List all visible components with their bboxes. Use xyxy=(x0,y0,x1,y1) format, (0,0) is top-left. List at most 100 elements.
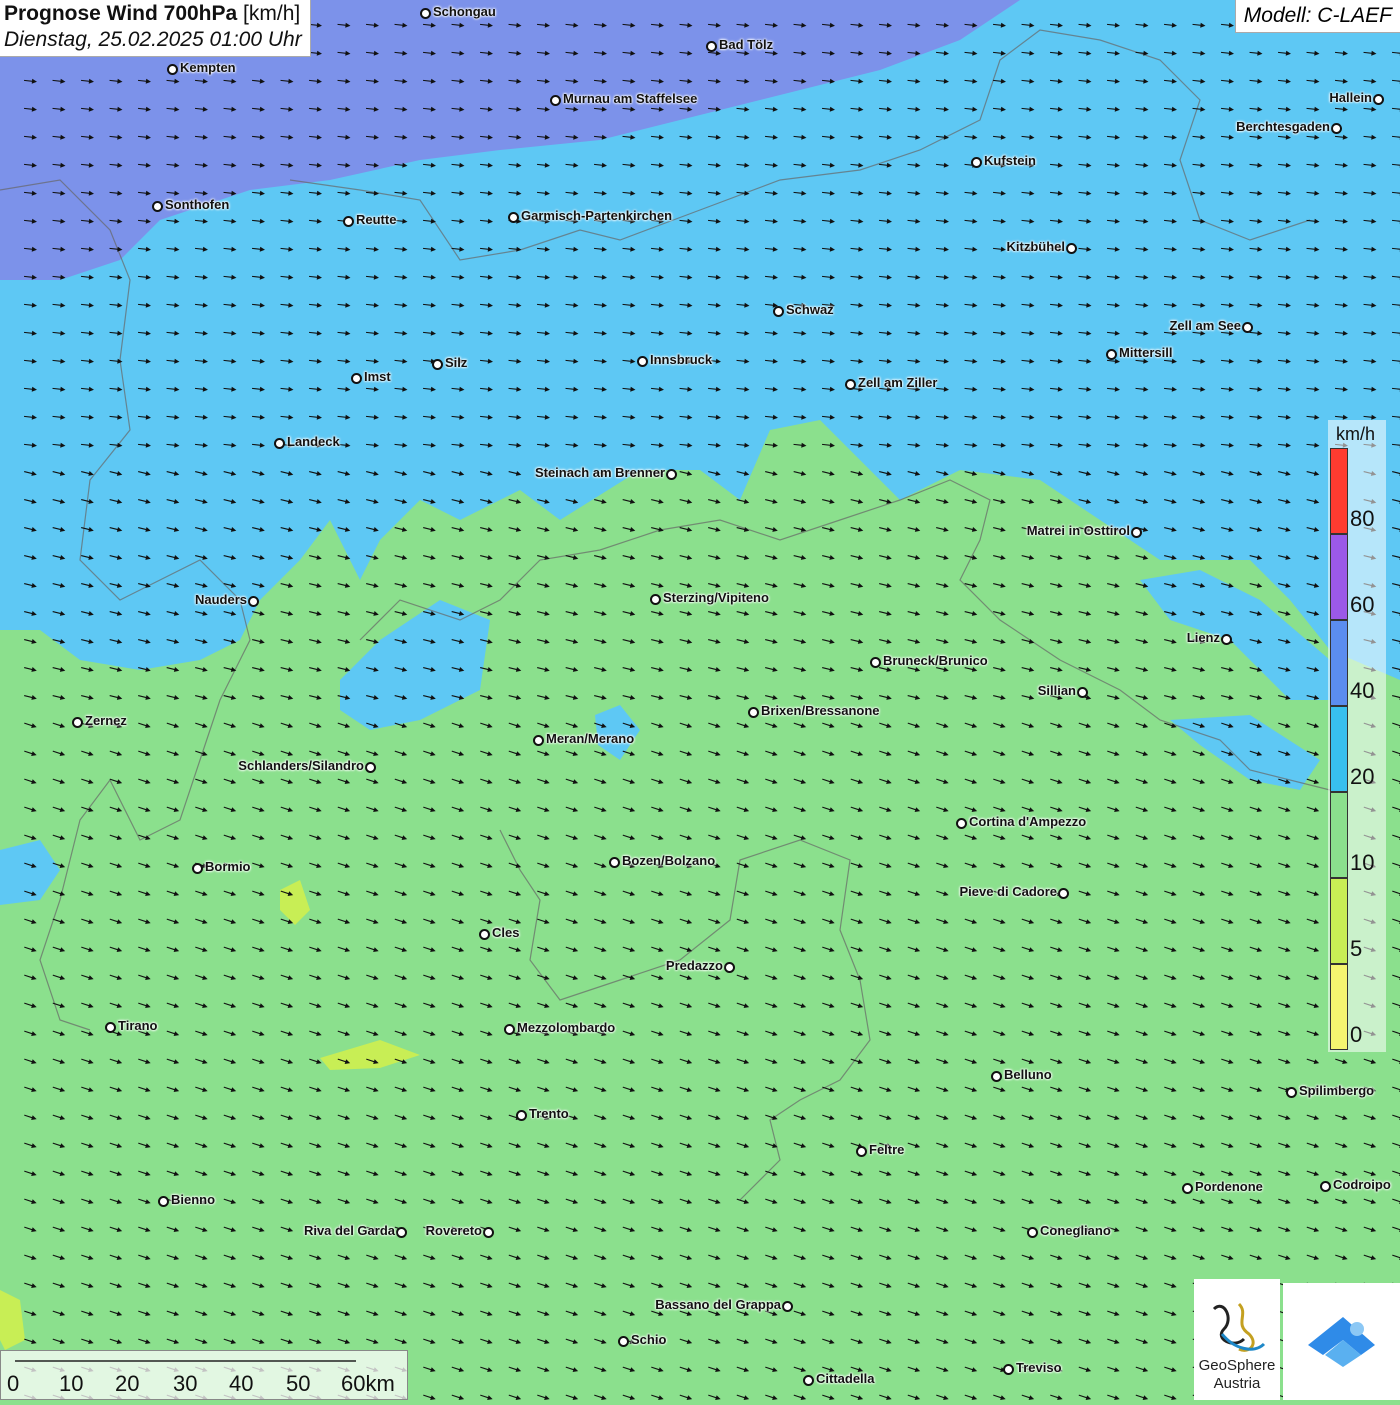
city-marker xyxy=(991,1071,1002,1082)
scale-label: 30 xyxy=(173,1371,197,1397)
title-unit: [km/h] xyxy=(243,2,300,25)
city-label: Schlanders/Silandro xyxy=(238,758,364,773)
legend-tick-label: 10 xyxy=(1350,850,1374,876)
city-label: Bienno xyxy=(171,1192,215,1207)
city-marker xyxy=(1286,1087,1297,1098)
city-marker xyxy=(516,1110,527,1121)
city-marker xyxy=(845,379,856,390)
city-label: Schongau xyxy=(433,4,496,19)
city-label: Conegliano xyxy=(1040,1223,1111,1238)
city-marker xyxy=(1066,243,1077,254)
city-label: Lienz xyxy=(1187,630,1220,645)
title-main: Prognose Wind 700hPa xyxy=(4,2,237,25)
city-marker xyxy=(1331,123,1342,134)
city-marker xyxy=(666,469,677,480)
city-marker xyxy=(483,1227,494,1238)
city-marker xyxy=(1320,1181,1331,1192)
city-marker xyxy=(773,306,784,317)
city-label: Cortina d'Ampezzo xyxy=(969,814,1086,829)
legend-tick-label: 40 xyxy=(1350,678,1374,704)
city-marker xyxy=(1242,322,1253,333)
city-label: Bormio xyxy=(205,859,251,874)
map-title: Prognose Wind 700hPa [km/h] xyxy=(4,2,302,26)
city-marker xyxy=(1027,1227,1038,1238)
city-label: Mezzolombardo xyxy=(517,1020,615,1035)
geosphere-name: GeoSphere xyxy=(1194,1357,1280,1374)
city-marker xyxy=(856,1146,867,1157)
city-label: Feltre xyxy=(869,1142,904,1157)
city-label: Brixen/Bressanone xyxy=(761,703,880,718)
city-marker xyxy=(1106,349,1117,360)
city-marker xyxy=(618,1336,629,1347)
city-marker xyxy=(956,818,967,829)
city-label: Schio xyxy=(631,1332,666,1347)
color-legend: km/h 806040201050 xyxy=(1328,420,1386,1052)
city-label: Spilimbergo xyxy=(1299,1083,1374,1098)
city-label: Zell am See xyxy=(1169,318,1241,333)
city-label: Bruneck/Brunico xyxy=(883,653,988,668)
legend-band xyxy=(1330,620,1348,706)
city-label: Sillian xyxy=(1038,683,1076,698)
city-marker xyxy=(650,594,661,605)
city-label: Garmisch-Partenkirchen xyxy=(521,208,672,223)
city-marker xyxy=(504,1024,515,1035)
city-marker xyxy=(158,1196,169,1207)
legend-band xyxy=(1330,706,1348,792)
city-label: Sonthofen xyxy=(165,197,229,212)
city-marker xyxy=(432,359,443,370)
scale-bar: 0102030405060km xyxy=(0,1350,408,1400)
legend-unit: km/h xyxy=(1336,424,1375,445)
legend-tick-label: 60 xyxy=(1350,592,1374,618)
scale-label: 20 xyxy=(115,1371,139,1397)
city-marker xyxy=(1077,687,1088,698)
city-label: Cles xyxy=(492,925,519,940)
city-label: Bozen/Bolzano xyxy=(622,853,715,868)
scale-label: 50 xyxy=(286,1371,310,1397)
app-logo xyxy=(1283,1283,1400,1400)
city-marker xyxy=(1131,527,1142,538)
legend-band xyxy=(1330,448,1348,534)
city-label: Nauders xyxy=(195,592,247,607)
city-label: Pieve di Cadore xyxy=(959,884,1057,899)
city-label: Zell am Ziller xyxy=(858,375,937,390)
city-label: Mittersill xyxy=(1119,345,1172,360)
scale-label: 60km xyxy=(341,1371,395,1397)
city-marker xyxy=(192,863,203,874)
wind-app-icon xyxy=(1283,1283,1400,1400)
city-marker xyxy=(396,1227,407,1238)
city-label: Cittadella xyxy=(816,1371,875,1386)
legend-tick-label: 80 xyxy=(1350,506,1374,532)
city-marker xyxy=(1003,1364,1014,1375)
city-marker xyxy=(1182,1183,1193,1194)
city-label: Landeck xyxy=(287,434,340,449)
legend-band xyxy=(1330,534,1348,620)
city-marker xyxy=(248,596,259,607)
city-marker xyxy=(870,657,881,668)
city-label: Meran/Merano xyxy=(546,731,634,746)
city-marker xyxy=(637,356,648,367)
legend-band xyxy=(1330,878,1348,964)
city-marker xyxy=(550,95,561,106)
city-marker xyxy=(724,962,735,973)
city-marker xyxy=(533,735,544,746)
city-marker xyxy=(420,8,431,19)
title-box: Prognose Wind 700hPa [km/h] Dienstag, 25… xyxy=(0,0,311,57)
city-marker xyxy=(152,201,163,212)
legend-band xyxy=(1330,964,1348,1050)
city-label: Codroipo xyxy=(1333,1177,1391,1192)
city-label: Matrei in Osttirol xyxy=(1027,523,1130,538)
city-label: Imst xyxy=(364,369,391,384)
city-label: Murnau am Staffelsee xyxy=(563,91,697,106)
city-label: Tirano xyxy=(118,1018,158,1033)
city-label: Schwaz xyxy=(786,302,834,317)
geosphere-logo: GeoSphere Austria xyxy=(1194,1279,1280,1400)
city-marker xyxy=(274,438,285,449)
city-marker xyxy=(706,41,717,52)
legend-tick-label: 20 xyxy=(1350,764,1374,790)
city-label: Sterzing/Vipiteno xyxy=(663,590,769,605)
city-label: Zernez xyxy=(85,713,127,728)
city-marker xyxy=(72,717,83,728)
city-marker xyxy=(1058,888,1069,899)
city-marker xyxy=(105,1022,116,1033)
city-label: Belluno xyxy=(1004,1067,1052,1082)
